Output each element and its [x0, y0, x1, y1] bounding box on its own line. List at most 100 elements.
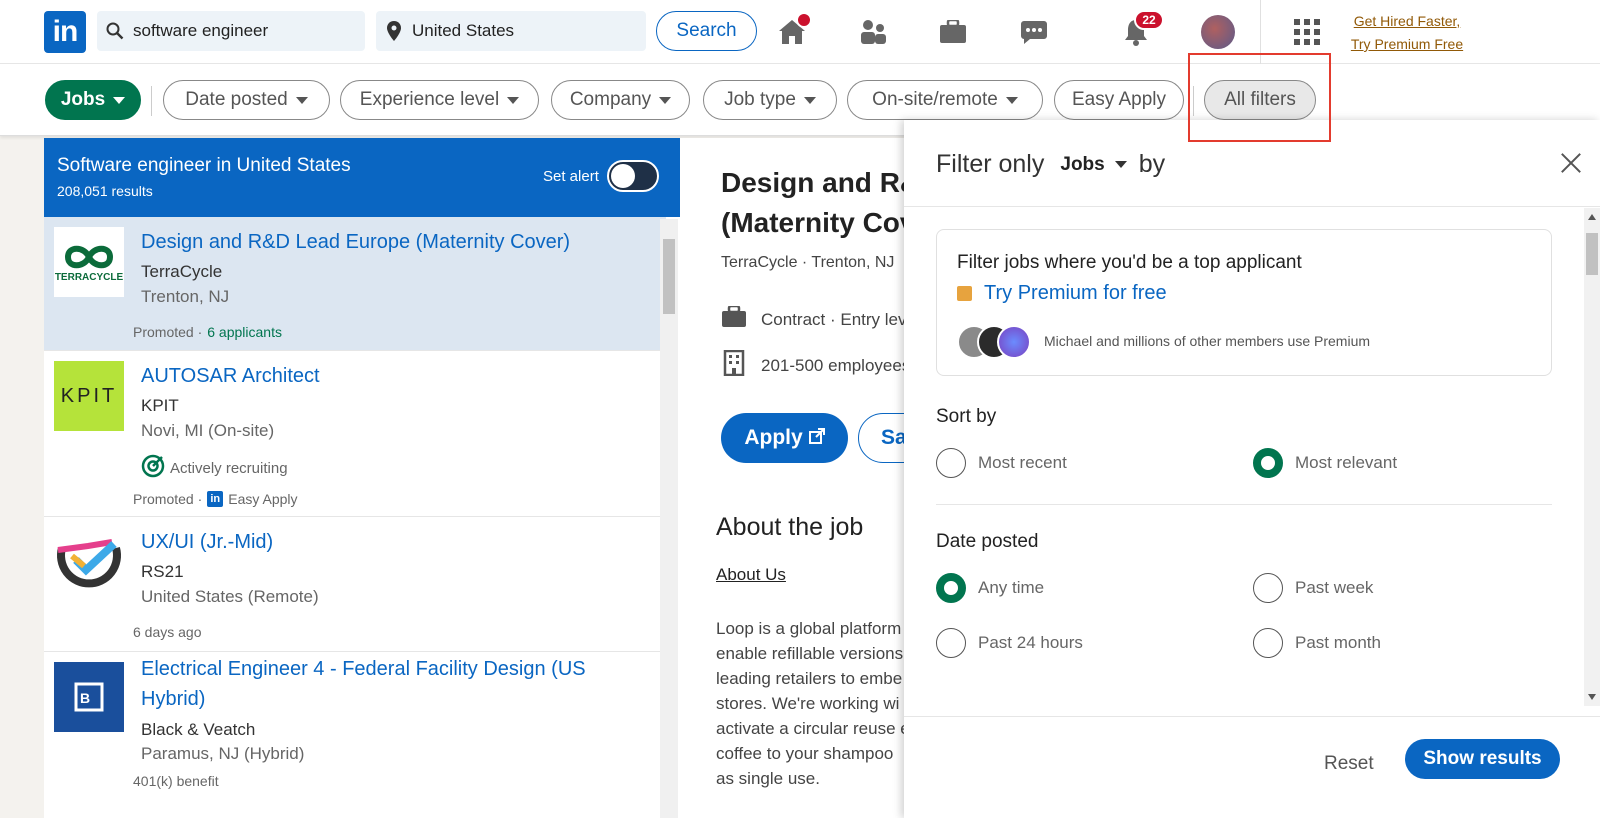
- premium-heading: Filter jobs where you'd be a top applica…: [957, 252, 1302, 273]
- premium-upsell-link[interactable]: Get Hired Faster, Try Premium Free: [1342, 10, 1472, 56]
- briefcase-icon: [721, 304, 747, 333]
- posted-ago: 6 days ago: [133, 624, 202, 640]
- linkedin-logo[interactable]: in: [44, 11, 86, 53]
- job-location: Paramus, NJ (Hybrid): [141, 744, 305, 763]
- home-nav-icon[interactable]: [774, 12, 812, 50]
- save-job-button[interactable]: Save: [858, 413, 904, 463]
- filter-separator: [151, 86, 152, 116]
- date-past-month-radio[interactable]: Past month: [1253, 628, 1381, 658]
- date-past-24-hours-radio[interactable]: Past 24 hours: [936, 628, 1083, 658]
- job-meta: Promoted · 6 applicants: [133, 324, 282, 340]
- messaging-nav-icon[interactable]: [1016, 14, 1052, 50]
- chevron-down-icon: [803, 96, 816, 104]
- member-avatars: [957, 325, 1035, 359]
- building-icon: [721, 349, 747, 381]
- onsite-label: On-site/remote: [872, 89, 998, 110]
- target-icon: [141, 454, 165, 482]
- job-card[interactable]: B Electrical Engineer 4 - Federal Facili…: [44, 652, 666, 818]
- filters-title: Filter only Jobs by: [936, 150, 1165, 179]
- location-value: United States: [412, 21, 515, 40]
- chevron-down-icon: [295, 96, 308, 104]
- detail-type-row: Contract · Entry level: [721, 304, 904, 333]
- filter-only-text: Filter only: [936, 150, 1045, 178]
- job-meta-prefix: Promoted ·: [133, 491, 203, 507]
- global-nav: in software engineer United States Searc…: [0, 0, 1600, 64]
- toggle-knob: [611, 164, 635, 188]
- notifications-bell-icon[interactable]: 22: [1118, 10, 1164, 50]
- detail-company-line: TerraCycle · Trenton, NJ: [721, 254, 895, 271]
- job-card[interactable]: KPIT AUTOSAR Architect KPIT Novi, MI (On…: [44, 351, 666, 517]
- search-button[interactable]: Search: [656, 11, 757, 51]
- results-count: 208,051 results: [57, 183, 153, 199]
- job-company: Black & Veatch: [141, 720, 256, 739]
- keyword-search-input[interactable]: software engineer: [97, 11, 365, 51]
- apply-button[interactable]: Apply: [721, 413, 848, 463]
- results-scrollbar[interactable]: [660, 219, 678, 818]
- radio-label: Past week: [1295, 578, 1374, 597]
- company-filter[interactable]: Company: [551, 80, 690, 120]
- chevron-down-icon: [507, 96, 520, 104]
- onsite-remote-filter[interactable]: On-site/remote: [847, 80, 1043, 120]
- sort-most-relevant-radio[interactable]: Most relevant: [1253, 448, 1397, 478]
- job-title[interactable]: Electrical Engineer 4 - Federal Facility…: [141, 654, 641, 714]
- job-location: United States (Remote): [141, 587, 319, 606]
- keyword-value: software engineer: [133, 21, 269, 40]
- job-type-filter[interactable]: Job type: [703, 80, 837, 120]
- scope-label: Jobs: [1060, 153, 1105, 175]
- scroll-down-arrow-icon[interactable]: [1588, 694, 1596, 700]
- reset-button[interactable]: Reset: [1324, 753, 1374, 775]
- scroll-up-arrow-icon[interactable]: [1588, 214, 1596, 220]
- filters-scrollbar[interactable]: [1584, 208, 1600, 706]
- external-link-icon: [808, 426, 825, 450]
- close-icon[interactable]: [1556, 148, 1586, 178]
- jobs-briefcase-nav-icon[interactable]: [935, 14, 971, 50]
- black-veatch-logo: B: [54, 662, 124, 732]
- apply-label: Apply: [744, 426, 803, 449]
- jobs-type-dropdown[interactable]: Jobs: [45, 80, 141, 120]
- experience-level-filter[interactable]: Experience level: [340, 80, 539, 120]
- linkedin-small-icon: in: [207, 491, 224, 507]
- set-alert-toggle[interactable]: [607, 160, 659, 192]
- scrollbar-thumb[interactable]: [1586, 233, 1598, 275]
- network-nav-icon[interactable]: [855, 14, 891, 50]
- job-card[interactable]: UX/UI (Jr.-Mid) RS21 United States (Remo…: [44, 517, 666, 652]
- date-any-time-radio[interactable]: Any time: [936, 573, 1044, 603]
- premium-members-text: Michael and millions of other members us…: [1044, 333, 1371, 349]
- premium-line-1: Get Hired Faster,: [1353, 13, 1461, 29]
- filters-footer: Reset Show results: [904, 716, 1600, 818]
- location-pin-icon: [376, 21, 412, 41]
- job-results-list: Software engineer in United States 208,0…: [44, 138, 680, 818]
- premium-badge-icon: [957, 286, 972, 301]
- radio-label: Any time: [978, 578, 1045, 597]
- date-past-week-radio[interactable]: Past week: [1253, 573, 1373, 603]
- easy-apply-filter[interactable]: Easy Apply: [1054, 80, 1184, 120]
- sort-most-recent-radio[interactable]: Most recent: [936, 448, 1067, 478]
- scrollbar-thumb[interactable]: [663, 239, 675, 314]
- chevron-down-icon: [659, 96, 672, 104]
- show-results-button[interactable]: Show results: [1405, 739, 1560, 779]
- date-posted-filter[interactable]: Date posted: [163, 80, 330, 120]
- job-card[interactable]: TERRACYCLE Design and R&D Lead Europe (M…: [44, 217, 666, 351]
- job-location: Trenton, NJ: [141, 287, 230, 306]
- date-posted-label: Date posted: [185, 89, 288, 110]
- detail-size-text: 201-500 employees: [761, 355, 904, 375]
- job-meta-prefix: Promoted ·: [133, 324, 203, 340]
- job-title[interactable]: AUTOSAR Architect: [141, 361, 641, 391]
- set-alert-label: Set alert: [543, 168, 599, 185]
- filter-scope-dropdown[interactable]: Jobs: [1060, 153, 1127, 176]
- radio-circle: [936, 448, 966, 478]
- apps-grid-icon[interactable]: [1294, 19, 1320, 45]
- radio-label: Most recent: [978, 453, 1067, 472]
- job-title[interactable]: Design and R&D Lead Europe (Maternity Co…: [141, 227, 641, 257]
- job-company: KPIT: [141, 396, 179, 415]
- about-job-heading: About the job: [716, 513, 864, 541]
- detail-size-row: 201-500 employees: [721, 349, 904, 381]
- kpit-logo-text: KPIT: [60, 384, 118, 407]
- detail-type-text: Contract · Entry level: [761, 309, 904, 329]
- profile-avatar[interactable]: [1201, 15, 1235, 49]
- job-detail-panel: Design and R&D Lead Europe (Maternity Co…: [680, 138, 904, 818]
- location-search-input[interactable]: United States: [376, 11, 646, 51]
- radio-circle: [936, 573, 966, 603]
- job-title[interactable]: UX/UI (Jr.-Mid): [141, 527, 641, 557]
- try-premium-link[interactable]: Try Premium for free: [957, 282, 1167, 305]
